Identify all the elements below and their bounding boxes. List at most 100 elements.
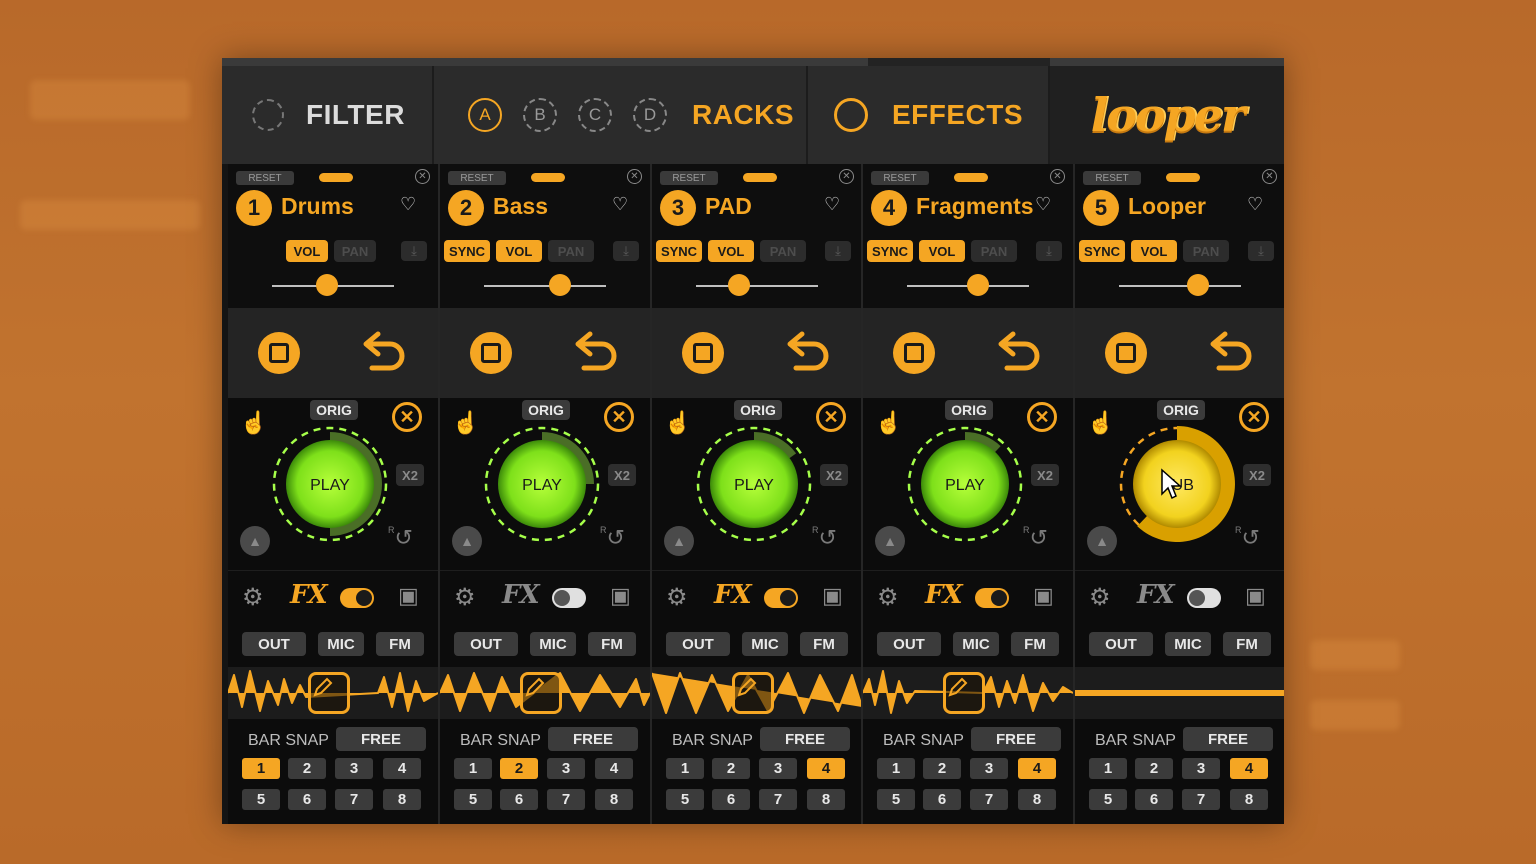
channel-name[interactable]: Bass [493, 193, 621, 223]
fm-button[interactable]: FM [376, 632, 424, 656]
close-channel-icon[interactable]: ✕ [839, 169, 854, 184]
undo-icon[interactable] [570, 328, 622, 378]
close-channel-icon[interactable]: ✕ [1050, 169, 1065, 184]
touch-settings-icon[interactable]: ⚙ [454, 583, 484, 613]
bar-length-button[interactable]: 8 [595, 789, 633, 810]
download-icon[interactable]: ⤓ [825, 241, 851, 261]
rack-b-button[interactable]: B [523, 98, 557, 132]
bar-length-button[interactable]: 2 [1135, 758, 1173, 779]
clear-loop-icon[interactable]: ✕ [1239, 402, 1269, 432]
free-button[interactable]: FREE [336, 727, 426, 751]
fm-button[interactable]: FM [1011, 632, 1059, 656]
up-arrow-icon[interactable]: ▲ [240, 526, 270, 556]
bar-length-button[interactable]: 7 [970, 789, 1008, 810]
bar-length-button[interactable]: 3 [547, 758, 585, 779]
up-arrow-icon[interactable]: ▲ [664, 526, 694, 556]
bar-length-button[interactable]: 5 [242, 789, 280, 810]
bar-length-button[interactable]: 3 [335, 758, 373, 779]
bar-length-button[interactable]: 3 [970, 758, 1008, 779]
bar-length-button[interactable]: 2 [923, 758, 961, 779]
rack-c-button[interactable]: C [578, 98, 612, 132]
touch-settings-icon[interactable]: ⚙ [242, 583, 272, 613]
bar-length-button[interactable]: 6 [500, 789, 538, 810]
mic-button[interactable]: MIC [953, 632, 999, 656]
touch-hand-icon[interactable]: ☝ [452, 410, 479, 436]
play-button[interactable]: PLAY [901, 420, 1029, 548]
filter-power-icon[interactable] [252, 99, 284, 131]
touch-settings-icon[interactable]: ⚙ [666, 583, 696, 613]
bar-length-button[interactable]: 4 [807, 758, 845, 779]
bar-length-button[interactable]: 8 [1230, 789, 1268, 810]
reverse-icon[interactable]: R↺ [388, 525, 428, 555]
stop-button[interactable] [470, 332, 512, 374]
bar-length-button[interactable]: 5 [666, 789, 704, 810]
play-button[interactable]: PLAY [266, 420, 394, 548]
mic-button[interactable]: MIC [1165, 632, 1211, 656]
undo-icon[interactable] [358, 328, 410, 378]
volume-slider-knob[interactable] [315, 274, 338, 296]
vol-toggle[interactable]: VOL [708, 240, 754, 262]
out-button[interactable]: OUT [1089, 632, 1153, 656]
heart-icon[interactable]: ♡ [400, 194, 416, 215]
x2-button[interactable]: X2 [1243, 464, 1271, 486]
edit-pencil-icon[interactable] [308, 672, 350, 714]
vol-toggle[interactable]: VOL [496, 240, 542, 262]
bar-length-button[interactable]: 2 [712, 758, 750, 779]
reverse-icon[interactable]: R↺ [812, 525, 852, 555]
pan-toggle[interactable]: PAN [1183, 240, 1229, 262]
reset-button[interactable]: RESET [448, 171, 506, 185]
tab-effects[interactable]: EFFECTS [808, 66, 1050, 164]
bar-length-button[interactable]: 4 [595, 758, 633, 779]
stop-button[interactable] [1105, 332, 1147, 374]
touch-hand-icon[interactable]: ☝ [875, 410, 902, 436]
bar-length-button[interactable]: 6 [288, 789, 326, 810]
out-button[interactable]: OUT [666, 632, 730, 656]
up-arrow-icon[interactable]: ▲ [1087, 526, 1117, 556]
volume-slider-knob[interactable] [966, 274, 989, 296]
sampler-icon[interactable]: ▣ [398, 583, 428, 613]
undo-icon[interactable] [782, 328, 834, 378]
bar-length-button[interactable]: 7 [759, 789, 797, 810]
sampler-icon[interactable]: ▣ [1245, 583, 1275, 613]
pan-toggle[interactable]: PAN [548, 240, 594, 262]
edit-pencil-icon[interactable] [732, 672, 774, 714]
reset-button[interactable]: RESET [236, 171, 294, 185]
download-icon[interactable]: ⤓ [401, 241, 427, 261]
touch-hand-icon[interactable]: ☝ [1087, 410, 1114, 436]
channel-name[interactable]: Fragments [916, 193, 1044, 223]
orig-button[interactable]: ORIG [734, 400, 782, 420]
clear-loop-icon[interactable]: ✕ [1027, 402, 1057, 432]
vol-toggle[interactable]: VOL [919, 240, 965, 262]
volume-slider-track[interactable] [1119, 285, 1241, 287]
tab-looper[interactable]: looper [1050, 66, 1284, 164]
effects-power-icon[interactable] [834, 98, 868, 132]
reset-button[interactable]: RESET [1083, 171, 1141, 185]
bar-length-button[interactable]: 3 [759, 758, 797, 779]
rack-d-button[interactable]: D [633, 98, 667, 132]
up-arrow-icon[interactable]: ▲ [452, 526, 482, 556]
x2-button[interactable]: X2 [396, 464, 424, 486]
reset-button[interactable]: RESET [660, 171, 718, 185]
channel-name[interactable]: Looper [1128, 193, 1256, 223]
heart-icon[interactable]: ♡ [1247, 194, 1263, 215]
channel-name[interactable]: PAD [705, 193, 833, 223]
mic-button[interactable]: MIC [530, 632, 576, 656]
reverse-icon[interactable]: R↺ [1023, 525, 1063, 555]
touch-hand-icon[interactable]: ☝ [240, 410, 267, 436]
rack-a-button[interactable]: A [468, 98, 502, 132]
orig-button[interactable]: ORIG [1157, 400, 1205, 420]
up-arrow-icon[interactable]: ▲ [875, 526, 905, 556]
clear-loop-icon[interactable]: ✕ [392, 402, 422, 432]
play-button[interactable]: PLAY [690, 420, 818, 548]
waveform-display[interactable] [440, 667, 650, 719]
touch-hand-icon[interactable]: ☝ [664, 410, 691, 436]
volume-slider-knob[interactable] [1187, 274, 1210, 296]
download-icon[interactable]: ⤓ [1248, 241, 1274, 261]
bar-length-button[interactable]: 2 [500, 758, 538, 779]
reverse-icon[interactable]: R↺ [1235, 525, 1275, 555]
bar-length-button[interactable]: 7 [547, 789, 585, 810]
fx-toggle[interactable] [340, 588, 374, 608]
orig-button[interactable]: ORIG [945, 400, 993, 420]
channel-name[interactable]: Drums [281, 193, 409, 223]
sync-toggle[interactable]: SYNC [656, 240, 702, 262]
